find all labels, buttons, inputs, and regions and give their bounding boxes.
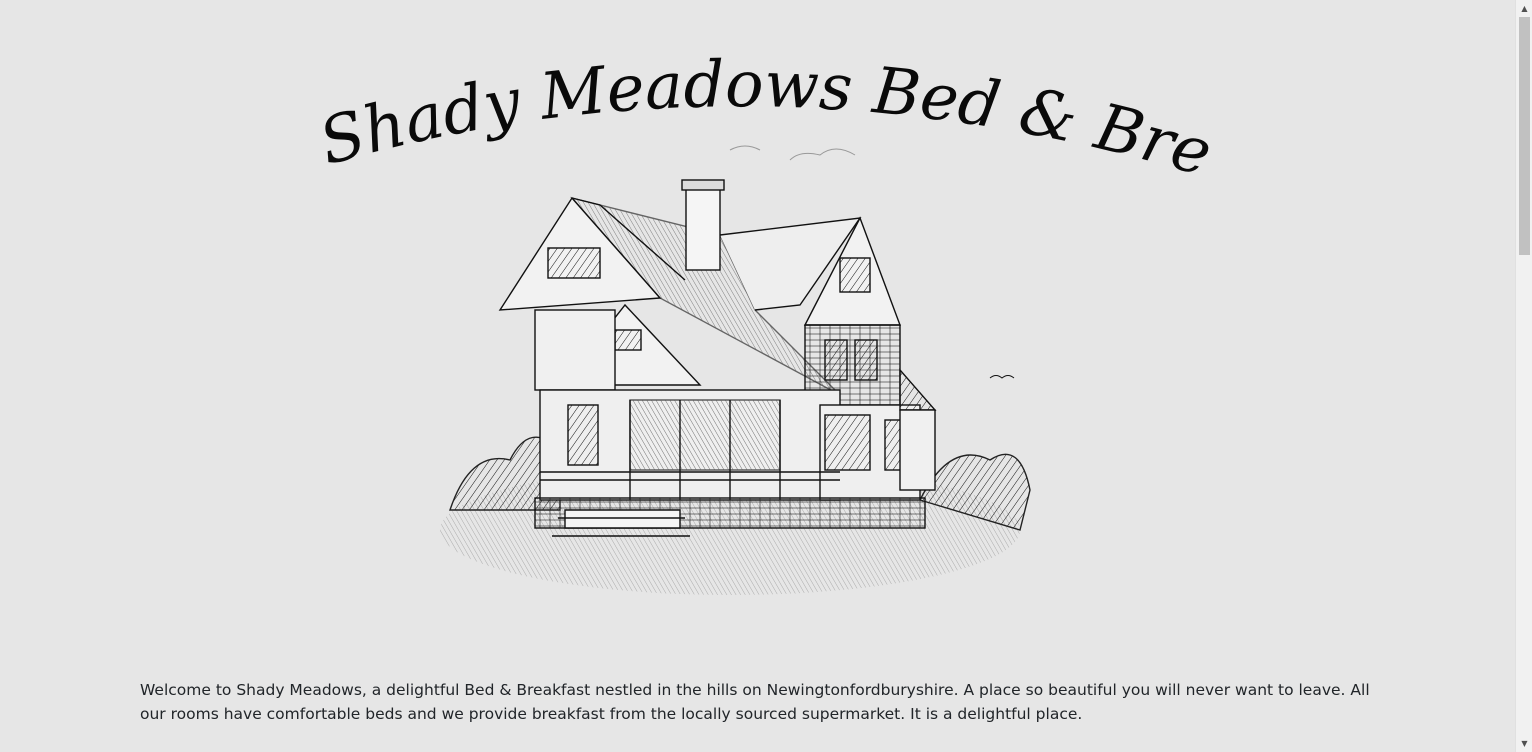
logo-illustration: Shady Meadows Bed & Breakfast xyxy=(300,40,1220,595)
scroll-thumb[interactable] xyxy=(1519,17,1530,255)
vertical-scrollbar[interactable]: ▲ ▼ xyxy=(1515,0,1532,752)
hero-logo: Shady Meadows Bed & Breakfast xyxy=(300,40,1220,610)
scroll-down-arrow-icon[interactable]: ▼ xyxy=(1516,735,1532,752)
scroll-up-arrow-icon[interactable]: ▲ xyxy=(1516,0,1532,17)
page: Shady Meadows Bed & Breakfast xyxy=(0,0,1515,752)
logo-title: Shady Meadows Bed & Breakfast xyxy=(300,40,1220,191)
welcome-text: Welcome to Shady Meadows, a delightful B… xyxy=(140,681,1370,723)
house-sketch-icon xyxy=(440,145,1031,595)
